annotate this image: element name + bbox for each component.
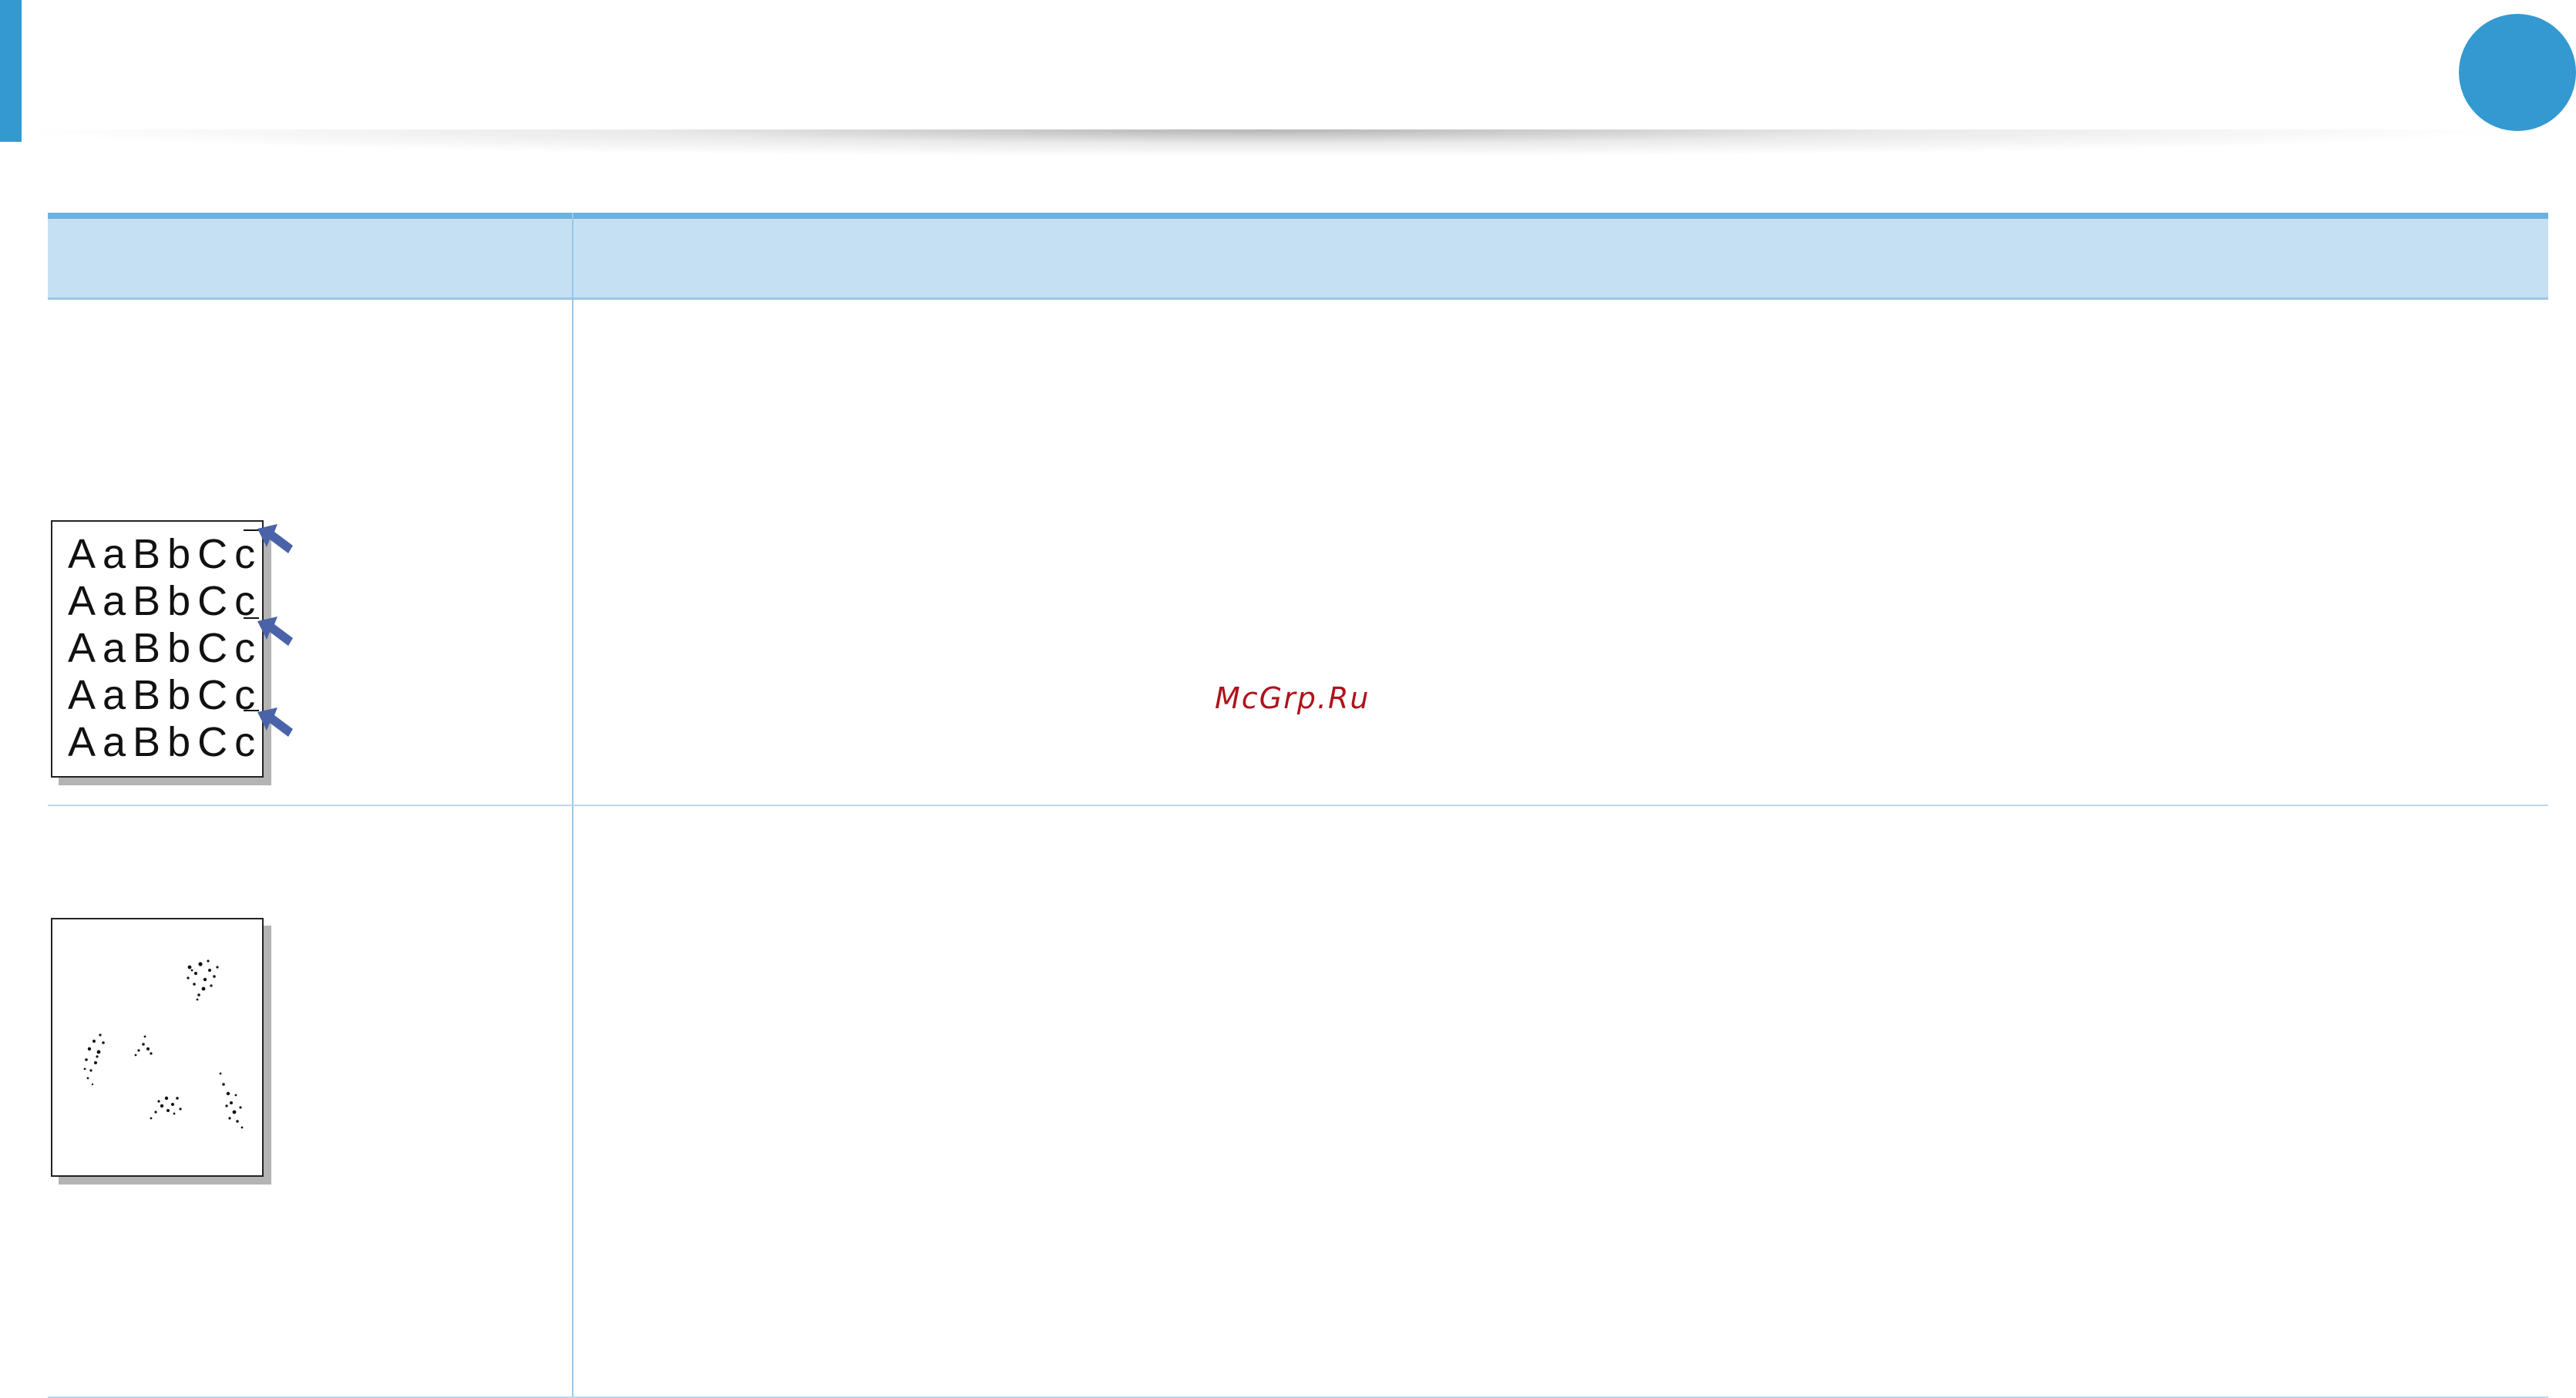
page-number-badge <box>2459 14 2576 131</box>
defect-mark <box>244 617 259 619</box>
sample-text-line: AaBbCc <box>68 625 263 671</box>
table-top-rule <box>48 213 2548 219</box>
table-header-row <box>48 219 2548 300</box>
arrow-pointer-icon <box>257 617 293 646</box>
sample-text-line: AaBbCc <box>68 719 263 765</box>
manual-page: AaBbCc AaBbCc AaBbCc AaBbCc AaBbCc McGrp… <box>0 0 2576 1398</box>
chapter-accent-bar <box>0 0 22 142</box>
background-scatter-sample-icon <box>51 918 264 1177</box>
defect-mark <box>244 710 259 711</box>
sample-text-line: AaBbCc <box>68 578 263 624</box>
repeating-defects-sample-icon: AaBbCc AaBbCc AaBbCc AaBbCc AaBbCc <box>51 520 264 778</box>
toner-speckles <box>83 959 244 1129</box>
sample-text-line: AaBbCc <box>68 672 263 718</box>
defect-mark <box>244 529 259 531</box>
header-divider-shadow <box>0 129 2528 157</box>
sample-text-line: AaBbCc <box>68 531 263 577</box>
watermark-text: McGrp.Ru <box>1215 681 1370 715</box>
arrow-pointer-icon <box>257 524 293 553</box>
arrow-pointer-icon <box>257 707 293 737</box>
table-row-divider <box>48 805 2548 806</box>
